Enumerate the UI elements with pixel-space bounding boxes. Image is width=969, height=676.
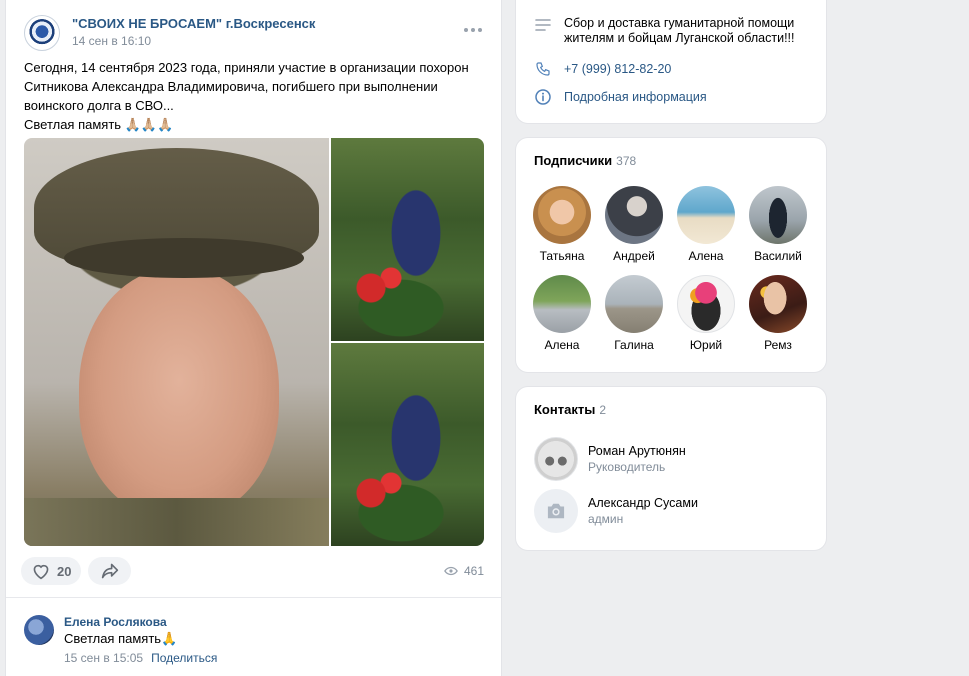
contacts-title-text[interactable]: Контакты bbox=[534, 402, 595, 417]
eye-icon bbox=[444, 566, 458, 576]
contact-avatar[interactable] bbox=[534, 437, 578, 481]
contact-name[interactable]: Александр Сусами bbox=[588, 496, 698, 510]
subscriber-item[interactable]: Юрий bbox=[676, 275, 736, 352]
comment-author[interactable]: Елена Рослякова bbox=[64, 615, 167, 629]
like-button[interactable]: 20 bbox=[21, 557, 81, 585]
post-photos bbox=[24, 138, 484, 546]
post-card: "СВОИХ НЕ БРОСАЕМ" г.Воскресенск 14 сен … bbox=[6, 0, 501, 676]
comment-time[interactable]: 15 сен в 15:05 bbox=[64, 651, 143, 665]
info-phone[interactable]: +7 (999) 812-82-20 bbox=[534, 60, 671, 78]
subscriber-item[interactable]: Алена bbox=[676, 186, 736, 263]
group-name-text[interactable]: "СВОИХ НЕ БРОСАЕМ" bbox=[72, 16, 222, 31]
photo-portrait[interactable] bbox=[24, 138, 329, 546]
subscriber-avatar[interactable] bbox=[749, 186, 807, 244]
views-count: 461 bbox=[464, 564, 485, 578]
subscriber-name[interactable]: Алена bbox=[532, 338, 592, 352]
contact-avatar[interactable] bbox=[534, 489, 578, 533]
post-text: Сегодня, 14 сентября 2023 года, приняли … bbox=[24, 58, 484, 134]
subscriber-item[interactable]: Василий bbox=[748, 186, 808, 263]
subscribers-title[interactable]: Подписчики 378 bbox=[534, 153, 636, 168]
menu-lines-icon bbox=[534, 16, 552, 34]
comment-meta: 15 сен в 15:05 Поделиться bbox=[64, 651, 217, 665]
info-card: Сбор и доставка гуманитарной помощи жите… bbox=[516, 0, 826, 123]
subscriber-avatar[interactable] bbox=[605, 275, 663, 333]
info-icon bbox=[534, 88, 552, 106]
subscribers-card: Подписчики 378 Татьяна Андрей Алена Васил… bbox=[516, 138, 826, 372]
subscriber-avatar[interactable] bbox=[749, 275, 807, 333]
heart-icon bbox=[33, 564, 49, 580]
info-more[interactable]: Подробная информация bbox=[534, 88, 707, 106]
contacts-count: 2 bbox=[599, 403, 606, 417]
contact-item[interactable]: Александр Сусами админ bbox=[534, 489, 814, 533]
more-icon[interactable] bbox=[464, 26, 484, 34]
subscriber-avatar[interactable] bbox=[533, 186, 591, 244]
subscriber-avatar[interactable] bbox=[677, 275, 735, 333]
subscribers-count: 378 bbox=[616, 154, 637, 168]
subscriber-name[interactable]: Татьяна bbox=[532, 249, 592, 263]
group-name[interactable]: "СВОИХ НЕ БРОСАЕМ" г.Воскресенск bbox=[72, 16, 315, 31]
post-time[interactable]: 14 сен в 16:10 bbox=[72, 34, 151, 48]
subscriber-item[interactable]: Андрей bbox=[604, 186, 664, 263]
info-description-text: Сбор и доставка гуманитарной помощи жите… bbox=[564, 16, 795, 45]
subscriber-name[interactable]: Андрей bbox=[604, 249, 664, 263]
contacts-card: Контакты 2 Роман Арутюнян Руководитель Ал… bbox=[516, 387, 826, 550]
post-header: "СВОИХ НЕ БРОСАЕМ" г.Воскресенск 14 сен … bbox=[24, 14, 484, 54]
contact-name[interactable]: Роман Арутюнян bbox=[588, 444, 686, 458]
subscriber-item[interactable]: Татьяна bbox=[532, 186, 592, 263]
subscriber-avatar[interactable] bbox=[677, 186, 735, 244]
info-description: Сбор и доставка гуманитарной помощи жите… bbox=[534, 16, 804, 46]
phone-icon bbox=[534, 60, 552, 78]
comment-avatar[interactable] bbox=[24, 615, 54, 645]
comment-text: Светлая память🙏 bbox=[64, 631, 178, 646]
divider bbox=[6, 597, 501, 598]
group-avatar[interactable] bbox=[24, 15, 60, 51]
info-more-link[interactable]: Подробная информация bbox=[564, 88, 707, 106]
share-button[interactable] bbox=[88, 557, 131, 585]
subscriber-name[interactable]: Ремз bbox=[748, 338, 808, 352]
subscriber-name[interactable]: Алена bbox=[676, 249, 736, 263]
contact-role: Руководитель bbox=[588, 460, 666, 474]
views-counter: 461 bbox=[444, 564, 484, 578]
group-city[interactable]: г.Воскресенск bbox=[226, 16, 316, 31]
subscriber-item[interactable]: Алена bbox=[532, 275, 592, 352]
contact-item[interactable]: Роман Арутюнян Руководитель bbox=[534, 437, 814, 481]
comment-share-link[interactable]: Поделиться bbox=[151, 651, 217, 665]
post-text-memory: Светлая память 🙏🏼🙏🏼🙏🏼 bbox=[24, 117, 174, 132]
contact-role: админ bbox=[588, 512, 624, 526]
photo-grave-bottom[interactable] bbox=[331, 343, 484, 546]
subscriber-name[interactable]: Юрий bbox=[676, 338, 736, 352]
contacts-title[interactable]: Контакты 2 bbox=[534, 402, 606, 417]
subscribers-title-text[interactable]: Подписчики bbox=[534, 153, 612, 168]
subscriber-item[interactable]: Галина bbox=[604, 275, 664, 352]
subscriber-avatar[interactable] bbox=[605, 186, 663, 244]
subscriber-name[interactable]: Василий bbox=[748, 249, 808, 263]
camera-icon bbox=[547, 503, 565, 519]
share-icon bbox=[101, 563, 118, 579]
subscriber-avatar[interactable] bbox=[533, 275, 591, 333]
info-phone-text[interactable]: +7 (999) 812-82-20 bbox=[564, 60, 671, 78]
photo-grave-top[interactable] bbox=[331, 138, 484, 341]
post-text-body: Сегодня, 14 сентября 2023 года, приняли … bbox=[24, 60, 469, 113]
subscriber-name[interactable]: Галина bbox=[604, 338, 664, 352]
subscriber-item[interactable]: Ремз bbox=[748, 275, 808, 352]
like-count: 20 bbox=[57, 563, 72, 579]
